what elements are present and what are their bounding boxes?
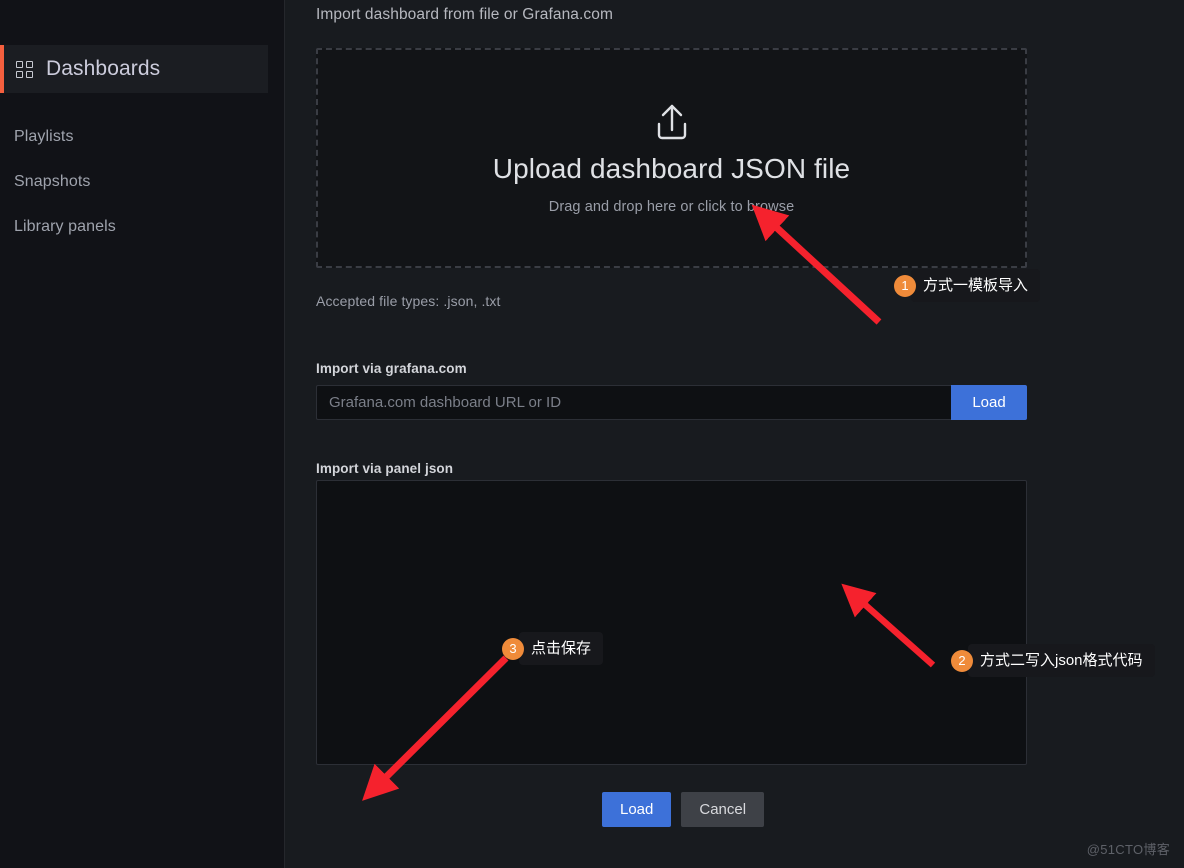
file-dropzone[interactable]: Upload dashboard JSON file Drag and drop… xyxy=(316,48,1027,268)
sidebar-item-snapshots[interactable]: Snapshots xyxy=(14,173,91,191)
panel-json-textarea[interactable] xyxy=(316,480,1027,765)
cancel-button[interactable]: Cancel xyxy=(681,792,765,827)
load-button[interactable]: Load xyxy=(602,792,672,827)
dropzone-subtitle: Drag and drop here or click to browse xyxy=(548,198,795,215)
sidebar-item-playlists-label: Playlists xyxy=(14,128,74,145)
grafana-url-input[interactable] xyxy=(316,385,951,420)
dropzone-title: Upload dashboard JSON file xyxy=(492,152,851,184)
grafana-import-label: Import via grafana.com xyxy=(316,361,467,376)
page-title: Import dashboard from file or Grafana.co… xyxy=(316,6,614,23)
upload-icon xyxy=(652,102,692,149)
sidebar-item-playlists[interactable]: Playlists xyxy=(14,128,74,146)
sidebar-item-library-panels-label: Library panels xyxy=(14,218,116,235)
grafana-load-button[interactable]: Load xyxy=(951,385,1027,420)
sidebar-item-snapshots-label: Snapshots xyxy=(14,173,91,190)
sidebar-item-dashboards[interactable]: Dashboards xyxy=(0,45,268,93)
grid-icon xyxy=(16,60,33,78)
sidebar-item-library-panels[interactable]: Library panels xyxy=(14,218,116,236)
sidebar-item-dashboards-label: Dashboards xyxy=(46,57,161,80)
sidebar: Dashboards Playlists Snapshots Library p… xyxy=(0,0,285,868)
accepted-file-types: Accepted file types: .json, .txt xyxy=(316,293,501,309)
panel-json-label: Import via panel json xyxy=(316,461,454,476)
grafana-import-dashboard-page: Dashboards Playlists Snapshots Library p… xyxy=(0,0,1184,868)
grafana-import-row: Load xyxy=(316,385,1027,420)
main-content: Import dashboard from file or Grafana.co… xyxy=(286,0,1184,868)
footer-actions: Load Cancel xyxy=(602,792,765,827)
